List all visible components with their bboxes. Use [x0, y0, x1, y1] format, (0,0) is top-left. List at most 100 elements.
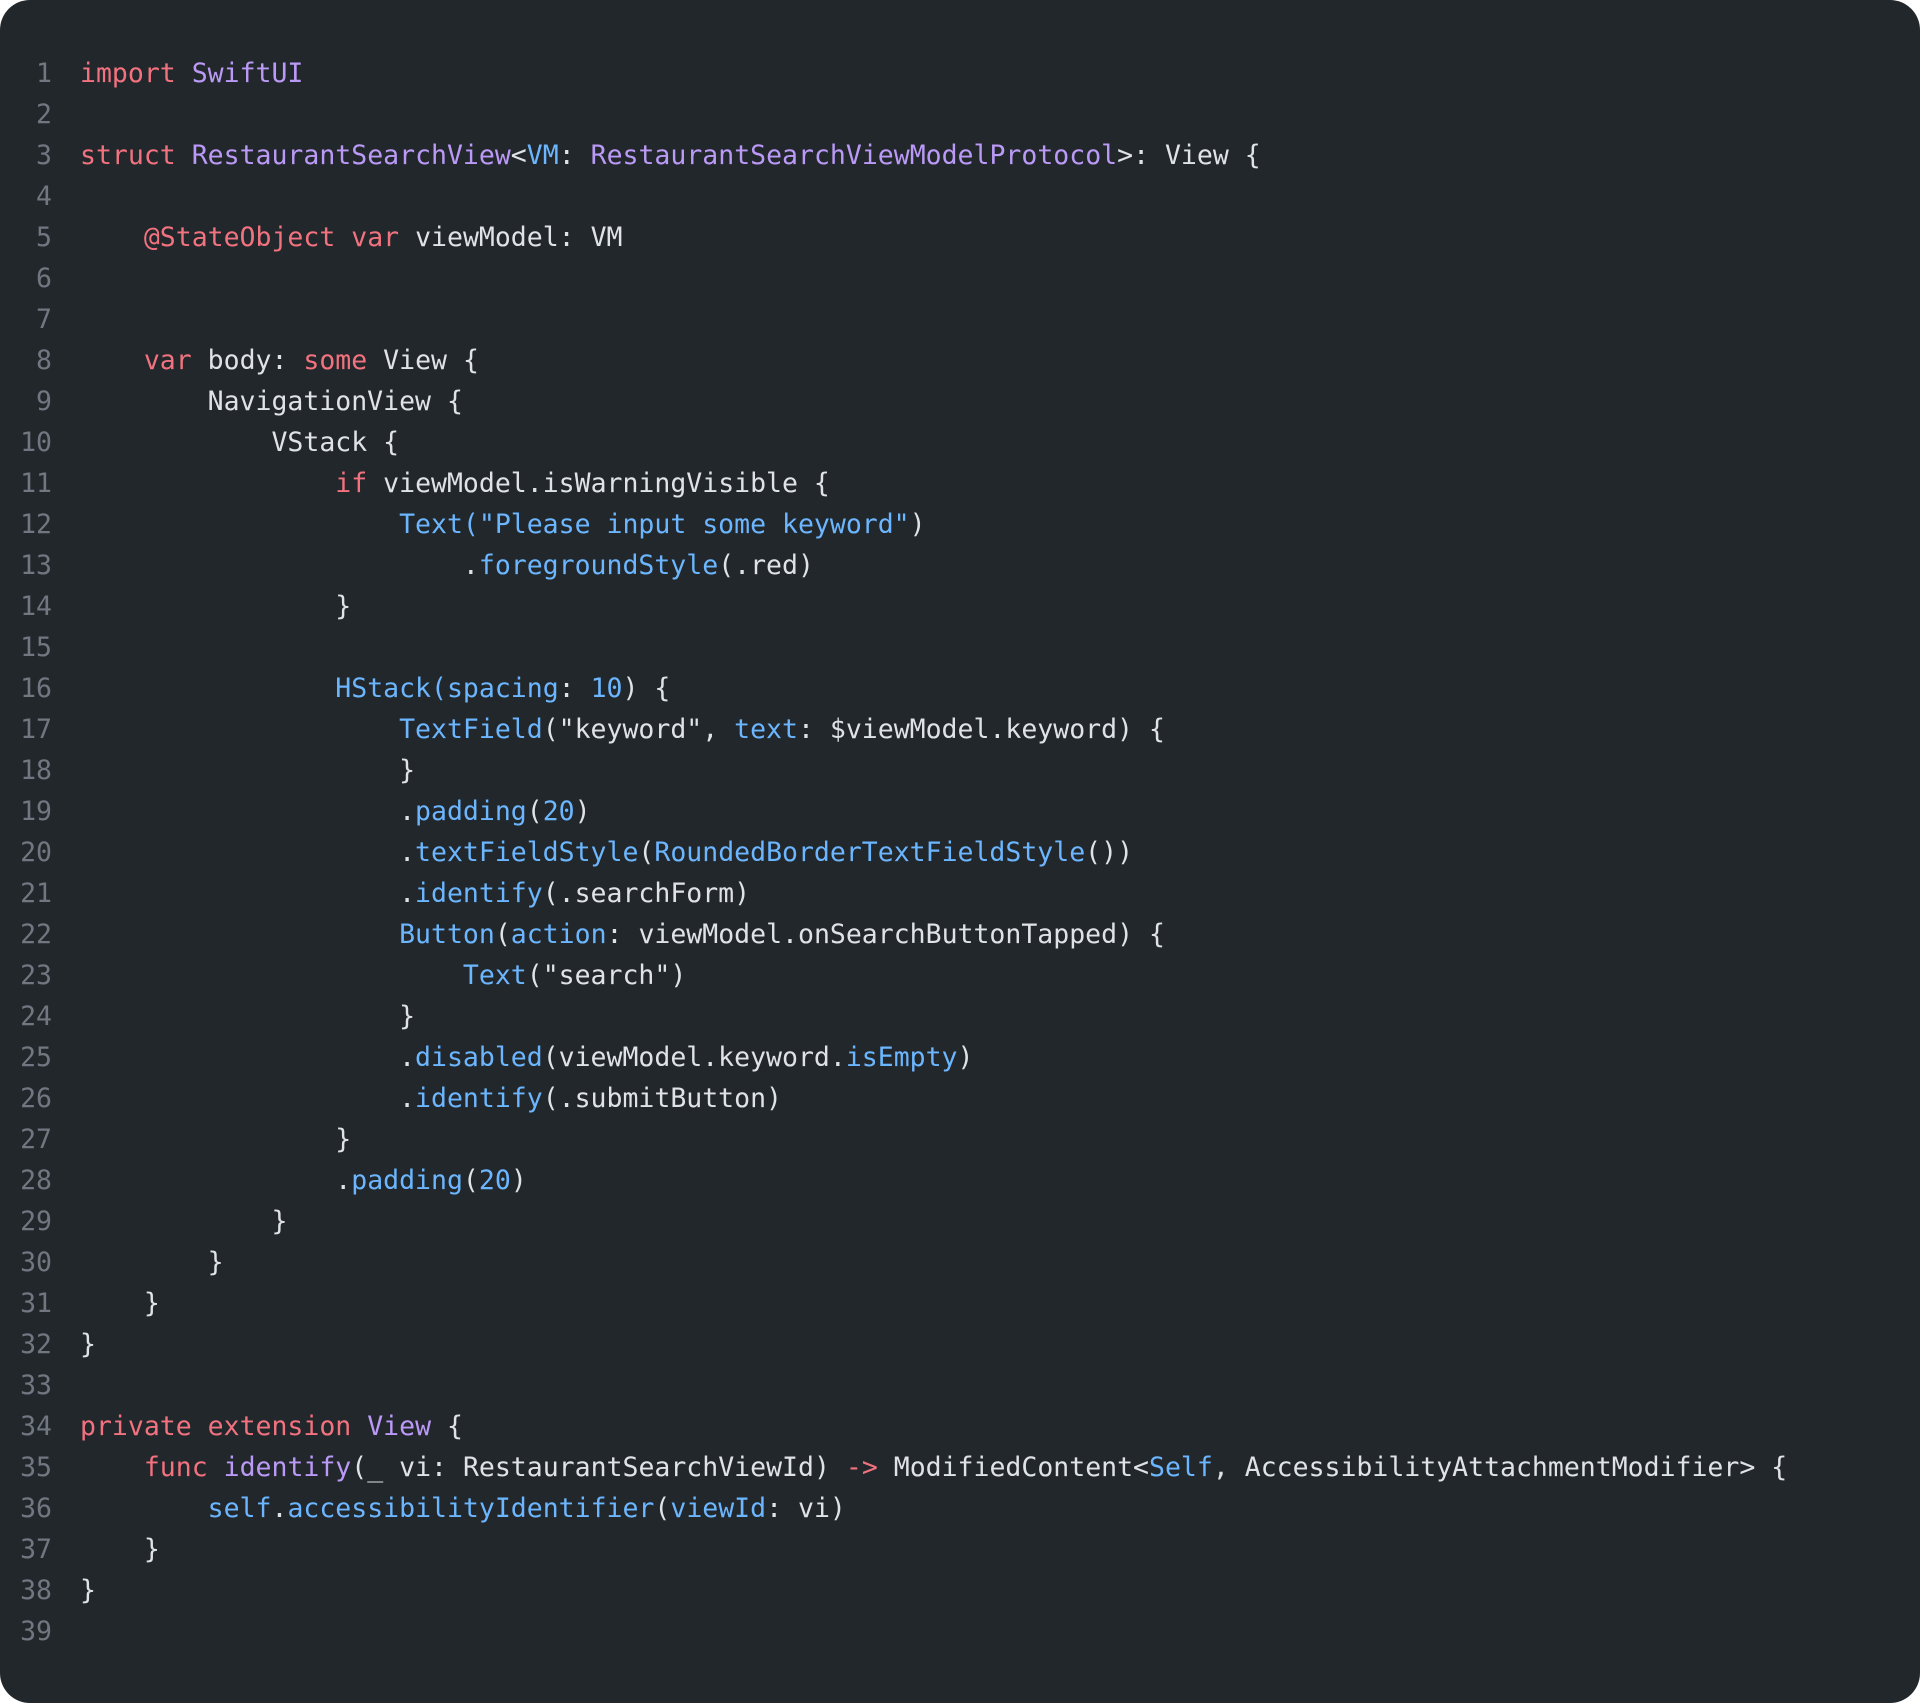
- code-token: @StateObject: [143, 222, 336, 253]
- code-line: 24 }: [0, 996, 1920, 1037]
- line-number: 9: [36, 386, 52, 417]
- code-token: (: [462, 1165, 479, 1196]
- code-token: ModifiedContent<: [877, 1452, 1150, 1483]
- code-token: viewModel.isWarningVisible {: [367, 468, 830, 499]
- code-token: padding: [351, 1165, 463, 1196]
- line-number: 28: [20, 1165, 52, 1196]
- line-number: 36: [20, 1493, 52, 1524]
- code-line: 16 HStack(spacing: 10) {: [0, 668, 1920, 709]
- code-token: ("keyword",: [542, 714, 735, 745]
- code-token: ->: [845, 1452, 878, 1483]
- code-token: }: [80, 1247, 224, 1278]
- line-code: }: [52, 1201, 287, 1242]
- code-token: : $viewModel.keyword) {: [797, 714, 1165, 745]
- code-token: (.submitButton): [542, 1083, 783, 1114]
- line-number: 20: [20, 837, 52, 868]
- code-token: RoundedBorderTextFieldStyle: [654, 837, 1086, 868]
- code-token: viewId: [670, 1493, 767, 1524]
- line-code: .identify(.searchForm): [52, 873, 750, 914]
- line-number: 2: [36, 99, 52, 130]
- line-number: 32: [20, 1329, 52, 1360]
- line-number: 24: [20, 1001, 52, 1032]
- line-code: .padding(20): [52, 791, 591, 832]
- code-token: .: [271, 1493, 288, 1524]
- code-line: 19 .padding(20): [0, 791, 1920, 832]
- code-token: foregroundStyle: [478, 550, 719, 581]
- code-token: >: View {: [1117, 140, 1261, 171]
- code-line: 39: [0, 1611, 1920, 1652]
- code-token: (: [638, 837, 655, 868]
- code-lines: 1 import SwiftUI 2 3 struct RestaurantSearch…: [0, 53, 1920, 1652]
- code-token: }: [80, 1206, 288, 1237]
- code-token: .: [80, 1042, 416, 1073]
- code-token: .: [80, 1165, 352, 1196]
- code-token: <: [510, 140, 527, 171]
- code-line: 27 }: [0, 1119, 1920, 1160]
- line-number: 26: [20, 1083, 52, 1114]
- line-number: 37: [20, 1534, 52, 1565]
- code-token: 20: [542, 796, 575, 827]
- line-code: }: [52, 1324, 96, 1365]
- code-token: identify: [223, 1452, 352, 1483]
- line-number: 25: [20, 1042, 52, 1073]
- code-line: 1 import SwiftUI: [0, 53, 1920, 94]
- line-code: var body: some View {: [52, 340, 479, 381]
- code-token: (: [494, 919, 511, 950]
- code-token: some: [303, 345, 368, 376]
- line-number: 39: [20, 1616, 52, 1647]
- code-token: var: [351, 222, 400, 253]
- line-code: @StateObject var viewModel: VM: [52, 217, 623, 258]
- code-line: 14 }: [0, 586, 1920, 627]
- line-number: 14: [20, 591, 52, 622]
- code-token: ()): [1085, 837, 1134, 868]
- line-code: self.accessibilityIdentifier(viewId: vi): [52, 1488, 846, 1529]
- code-token: :: [558, 140, 591, 171]
- line-number: 8: [36, 345, 52, 376]
- code-token: .: [80, 837, 416, 868]
- code-token: : vi): [766, 1493, 846, 1524]
- line-code: }: [52, 750, 415, 791]
- line-number: 16: [20, 673, 52, 704]
- line-code: }: [52, 1119, 351, 1160]
- code-token: extension: [207, 1411, 352, 1442]
- code-token: (_ vi: RestaurantSearchViewId): [351, 1452, 846, 1483]
- code-token: (: [526, 796, 543, 827]
- code-line: 21 .identify(.searchForm): [0, 873, 1920, 914]
- code-token: }: [80, 1575, 96, 1606]
- line-code: }: [52, 586, 351, 627]
- line-code: }: [52, 1529, 160, 1570]
- line-code: private extension View {: [52, 1406, 463, 1447]
- line-number: 6: [36, 263, 52, 294]
- code-token: textFieldStyle: [415, 837, 639, 868]
- code-line: 38}: [0, 1570, 1920, 1611]
- line-number: 19: [20, 796, 52, 827]
- line-code: Button(action: viewModel.onSearchButtonT…: [52, 914, 1165, 955]
- code-line: 35 func identify(_ vi: RestaurantSearchV…: [0, 1447, 1920, 1488]
- code-token: : viewModel.onSearchButtonTapped) {: [606, 919, 1165, 950]
- code-token: private: [80, 1411, 192, 1442]
- code-line: 23 Text("search"): [0, 955, 1920, 996]
- code-token: ("search"): [526, 960, 687, 991]
- code-token: .: [80, 1083, 416, 1114]
- code-token: var: [143, 345, 192, 376]
- line-code: TextField("keyword", text: $viewModel.ke…: [52, 709, 1165, 750]
- line-number: 35: [20, 1452, 52, 1483]
- code-line: 7: [0, 299, 1920, 340]
- code-line: 32}: [0, 1324, 1920, 1365]
- line-code: }: [52, 1242, 224, 1283]
- line-number: 29: [20, 1206, 52, 1237]
- code-token: ): [909, 509, 926, 540]
- code-token: struct: [80, 140, 176, 171]
- code-editor[interactable]: 1 import SwiftUI 2 3 struct RestaurantSearch…: [0, 0, 1920, 1703]
- line-number: 3: [36, 140, 52, 171]
- code-token: .: [80, 878, 416, 909]
- code-line: 12 Text("Please input some keyword"): [0, 504, 1920, 545]
